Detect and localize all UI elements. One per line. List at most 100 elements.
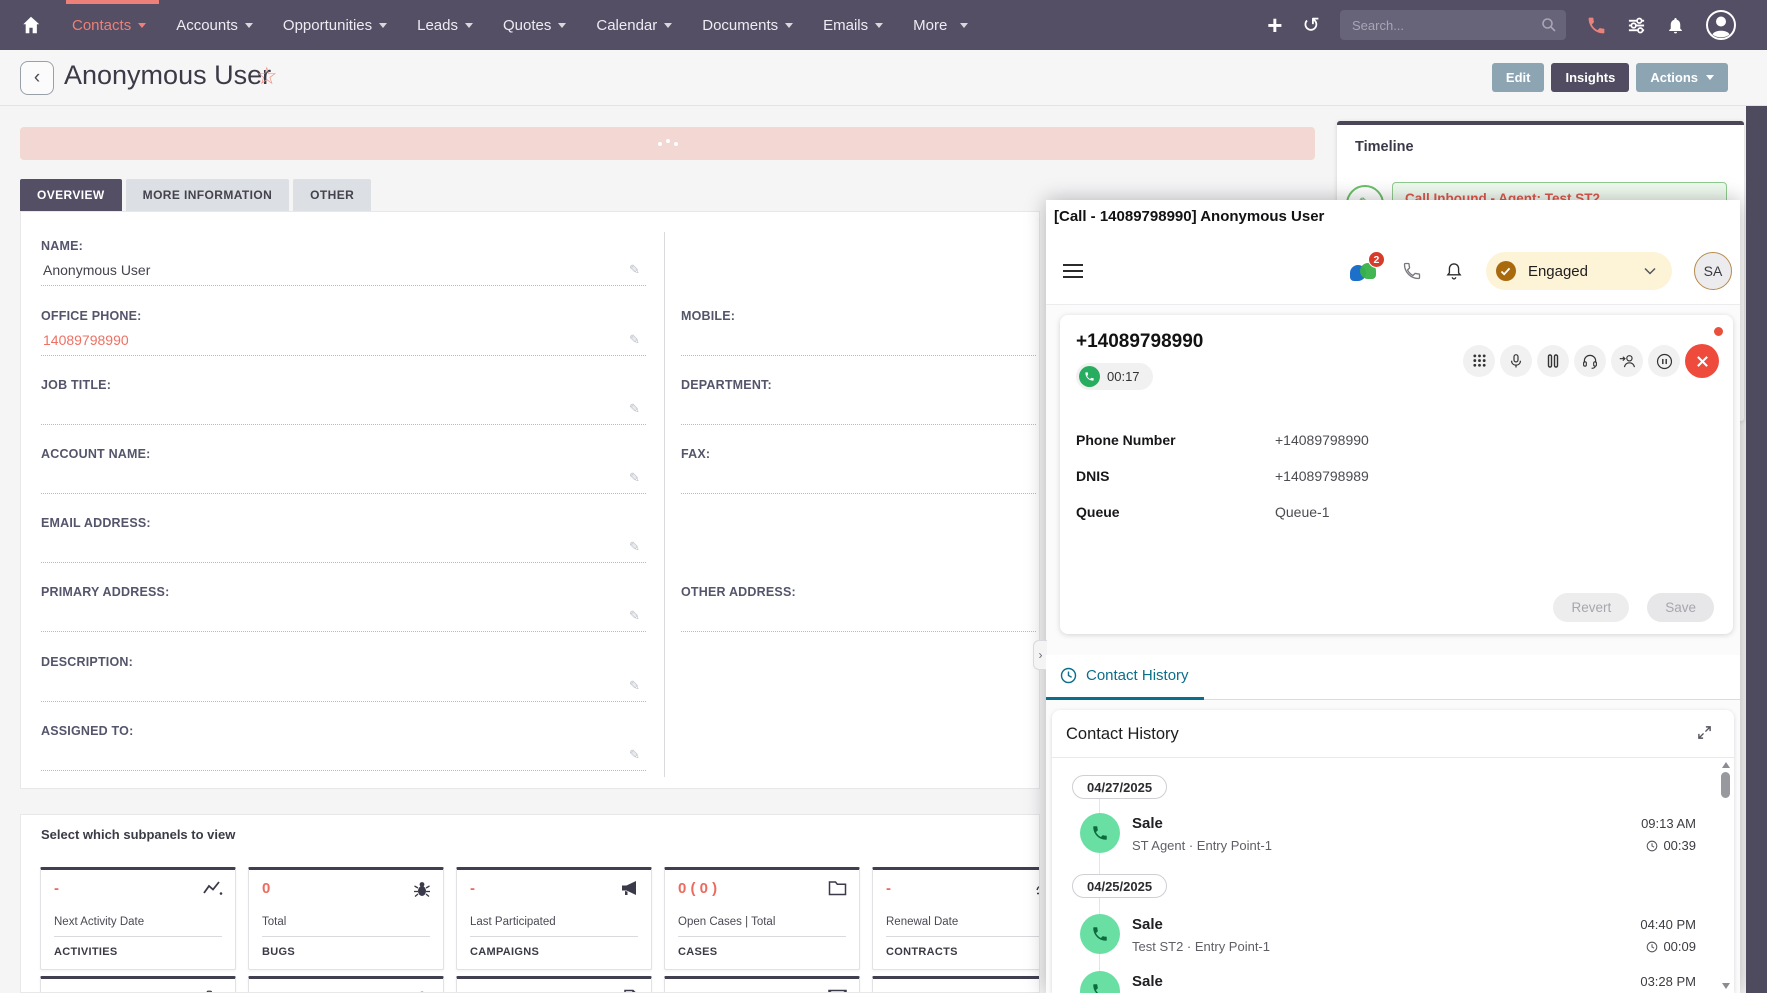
- activity-chart-icon: [203, 880, 223, 901]
- history-item-subtitle: Test ST2 · Entry Point-1: [1132, 939, 1270, 954]
- subpanel-tile-cases[interactable]: 0 ( 0 ) Open Cases | Total CASES: [664, 867, 860, 970]
- chevron-down-icon: [785, 23, 793, 28]
- history-item[interactable]: Sale ST Agent · Entry Point-1 09:13 AM 0…: [1052, 813, 1712, 859]
- bell-icon[interactable]: [1444, 261, 1464, 281]
- history-item-title: Sale: [1132, 973, 1163, 990]
- history-clock-icon: [1060, 667, 1077, 684]
- sliders-icon[interactable]: [1627, 16, 1646, 35]
- nav-item-accounts[interactable]: Accounts: [176, 17, 253, 34]
- nav-item-emails[interactable]: Emails: [823, 17, 883, 34]
- keypad-icon[interactable]: [1463, 345, 1495, 377]
- subpanel-tile-row2[interactable]: [664, 976, 860, 993]
- nav-item-documents[interactable]: Documents: [702, 17, 793, 34]
- phone-icon: [205, 989, 223, 993]
- end-call-icon[interactable]: [1685, 344, 1719, 378]
- field-label-mobile: MOBILE:: [681, 309, 735, 323]
- subpanel-tile-row2[interactable]: [456, 976, 652, 993]
- menu-hamburger-icon[interactable]: [1063, 264, 1083, 282]
- search-icon: [1541, 17, 1557, 33]
- agent-status-dropdown[interactable]: Engaged: [1486, 252, 1672, 290]
- field-underline: [681, 355, 1036, 356]
- page-scrollbar[interactable]: [1746, 106, 1767, 993]
- actions-button[interactable]: Actions: [1636, 63, 1728, 92]
- back-button[interactable]: ‹: [20, 61, 54, 95]
- expand-icon[interactable]: [1697, 725, 1712, 745]
- home-icon[interactable]: [18, 12, 44, 38]
- scrollbar-thumb[interactable]: [1721, 772, 1730, 798]
- save-button[interactable]: Save: [1647, 593, 1714, 622]
- bell-icon[interactable]: [1666, 16, 1685, 35]
- scroll-up-arrow[interactable]: [1722, 762, 1730, 768]
- edit-pencil-icon[interactable]: ✎: [629, 470, 640, 486]
- insights-button[interactable]: Insights: [1551, 63, 1629, 92]
- call-field-row: Phone Number +14089798990: [1076, 432, 1696, 452]
- scroll-down-arrow[interactable]: [1722, 983, 1730, 989]
- call-field-label: Phone Number: [1076, 432, 1176, 448]
- subpanel-tile-bugs[interactable]: 0 Total BUGS: [248, 867, 444, 970]
- app-window: Contacts Accounts Opportunities Leads Qu…: [0, 0, 1767, 993]
- mute-microphone-icon[interactable]: [1500, 345, 1532, 377]
- record-pause-icon[interactable]: [1648, 345, 1680, 377]
- edit-pencil-icon[interactable]: ✎: [629, 262, 640, 278]
- history-date-badge: 04/27/2025: [1072, 775, 1167, 799]
- history-item-subtitle: ST Agent · Entry Point-1: [1132, 838, 1272, 853]
- tab-overview[interactable]: OVERVIEW: [20, 179, 122, 211]
- history-item[interactable]: Sale Test ST2 · Entry Point-1 04:40 PM 0…: [1052, 914, 1712, 960]
- favorite-star-icon[interactable]: ☆: [256, 62, 278, 91]
- nav-item-calendar[interactable]: Calendar: [596, 17, 672, 34]
- field-label-email-address: EMAIL ADDRESS:: [41, 516, 151, 530]
- notification-banner: [20, 127, 1315, 160]
- nav-item-leads[interactable]: Leads: [417, 17, 473, 34]
- panel-collapse-handle[interactable]: ›: [1033, 640, 1047, 670]
- nav-item-opportunities[interactable]: Opportunities: [283, 17, 387, 34]
- edit-pencil-icon[interactable]: ✎: [629, 332, 640, 348]
- history-scrollbar[interactable]: [1720, 760, 1732, 991]
- subpanel-tile-row2[interactable]: [40, 976, 236, 993]
- chevron-down-icon: [465, 23, 473, 28]
- tab-more-information[interactable]: MORE INFORMATION: [126, 179, 290, 211]
- field-underline: [41, 770, 646, 771]
- tile-divider: [886, 936, 1040, 937]
- subpanel-tile-row2[interactable]: [872, 976, 1040, 993]
- chevron-down-icon: [664, 23, 672, 28]
- tab-contact-history[interactable]: Contact History: [1060, 667, 1189, 684]
- recently-viewed-icon[interactable]: ↺: [1302, 13, 1320, 38]
- field-label-fax: FAX:: [681, 447, 710, 461]
- loading-dot: [658, 142, 662, 146]
- call-icon[interactable]: [1402, 261, 1422, 281]
- user-avatar-icon[interactable]: [1705, 9, 1737, 41]
- subpanel-tile-campaigns[interactable]: - Last Participated CAMPAIGNS: [456, 867, 652, 970]
- subpanel-tile-activities[interactable]: - Next Activity Date ACTIVITIES: [40, 867, 236, 970]
- subpanel-tile-contracts[interactable]: - Renewal Date CONTRACTS: [872, 867, 1040, 970]
- tile-divider: [262, 936, 430, 937]
- call-active-phone-icon: [1079, 366, 1100, 387]
- record-tabs: OVERVIEW MORE INFORMATION OTHER: [20, 179, 371, 211]
- consult-headset-icon[interactable]: [1574, 345, 1606, 377]
- edit-pencil-icon[interactable]: ✎: [629, 539, 640, 555]
- field-value-office-phone[interactable]: 14089798990: [43, 332, 129, 348]
- edit-button[interactable]: Edit: [1492, 63, 1545, 92]
- agent-avatar[interactable]: SA: [1694, 252, 1732, 290]
- edit-pencil-icon[interactable]: ✎: [629, 747, 640, 763]
- quick-create-icon[interactable]: +: [1267, 12, 1282, 38]
- tab-other[interactable]: OTHER: [293, 179, 371, 211]
- field-label-other-address: OTHER ADDRESS:: [681, 585, 796, 599]
- search-input[interactable]: [1340, 10, 1566, 40]
- nav-item-more[interactable]: More: [913, 17, 968, 34]
- webex-app-icon[interactable]: 2: [1350, 258, 1380, 284]
- nav-item-quotes[interactable]: Quotes: [503, 17, 566, 34]
- field-label-name: NAME:: [41, 239, 83, 253]
- history-item[interactable]: Sale 03:28 PM: [1052, 971, 1712, 993]
- tile-name: BUGS: [262, 946, 295, 958]
- agent-status-label: Engaged: [1528, 263, 1588, 280]
- transfer-icon[interactable]: [1611, 345, 1643, 377]
- edit-pencil-icon[interactable]: ✎: [629, 608, 640, 624]
- edit-pencil-icon[interactable]: ✎: [629, 401, 640, 417]
- nav-item-contacts[interactable]: Contacts: [72, 17, 146, 34]
- subpanel-tile-row2[interactable]: [248, 976, 444, 993]
- edit-pencil-icon[interactable]: ✎: [629, 678, 640, 694]
- phone-icon[interactable]: [1586, 15, 1607, 36]
- hold-icon[interactable]: [1537, 345, 1569, 377]
- chevron-down-icon: [1706, 75, 1714, 80]
- revert-button[interactable]: Revert: [1553, 593, 1629, 622]
